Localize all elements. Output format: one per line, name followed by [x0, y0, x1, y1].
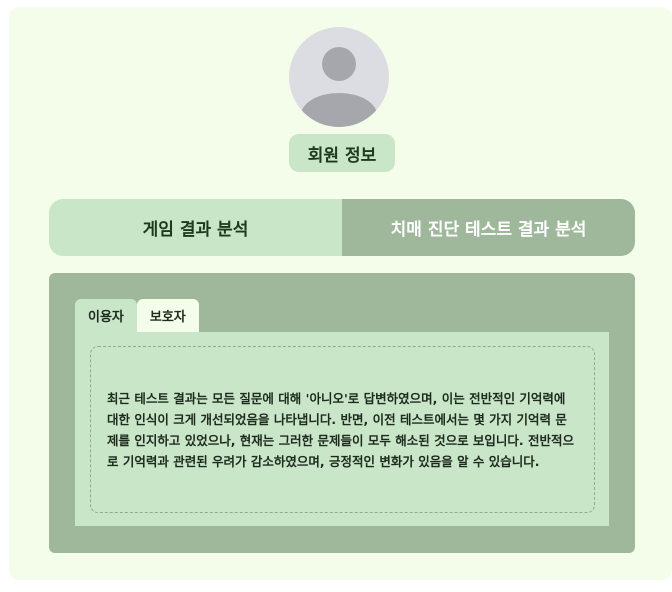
- tab-user[interactable]: 이용자: [75, 299, 137, 332]
- sub-tab-bar: 이용자 보호자: [75, 299, 199, 332]
- sub-tab-content: 최근 테스트 결과는 모든 질문에 대해 '아니오'로 답변하였으며, 이는 전…: [75, 332, 609, 526]
- tab-game-result-analysis[interactable]: 게임 결과 분석: [49, 199, 342, 256]
- tab-guardian[interactable]: 보호자: [136, 299, 199, 332]
- analysis-panel: 이용자 보호자 최근 테스트 결과는 모든 질문에 대해 '아니오'로 답변하였…: [49, 273, 635, 553]
- main-tab-bar: 게임 결과 분석 치매 진단 테스트 결과 분석: [49, 199, 635, 256]
- user-avatar-icon: [289, 27, 389, 127]
- result-text-box: 최근 테스트 결과는 모든 질문에 대해 '아니오'로 답변하였으며, 이는 전…: [90, 346, 595, 513]
- user-silhouette-icon: [301, 47, 377, 127]
- tab-dementia-test-result-analysis[interactable]: 치매 진단 테스트 결과 분석: [342, 199, 635, 256]
- page-title: 회원 정보: [289, 134, 395, 172]
- result-analysis-text: 최근 테스트 결과는 모든 질문에 대해 '아니오'로 답변하였으며, 이는 전…: [107, 390, 575, 469]
